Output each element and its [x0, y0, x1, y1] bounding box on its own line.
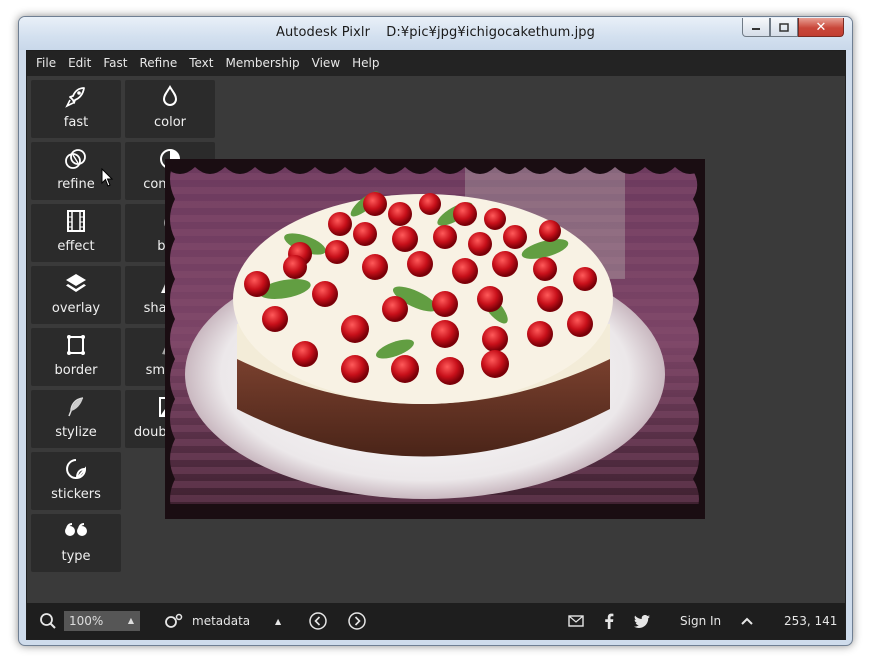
collapse-button[interactable] [740, 603, 754, 639]
title-bar[interactable]: Autodesk Pixlr D:¥pic¥jpg¥ichigocakethum… [19, 17, 852, 50]
menu-text[interactable]: Text [183, 51, 219, 76]
tool-label: type [61, 549, 91, 564]
file-path: D:¥pic¥jpg¥ichigocakethum.jpg [386, 25, 596, 40]
tool-label: stylize [55, 425, 97, 440]
frame-icon [31, 333, 121, 357]
sign-in-label: Sign In [680, 614, 722, 628]
film-icon [31, 209, 121, 233]
zoom-value: 100% [69, 614, 104, 628]
tool-label: color [153, 115, 186, 130]
chevron-up-icon [741, 617, 753, 625]
quote-icon [31, 519, 121, 543]
tool-label: effect [57, 239, 95, 254]
tool-label: stickers [51, 487, 101, 502]
tool-stickers[interactable]: stickers [31, 452, 121, 510]
zoom-select[interactable]: 100% ▲ [64, 611, 140, 631]
tool-overlay[interactable]: overlay [31, 266, 121, 324]
chevron-left-circle-icon [309, 612, 327, 630]
minimize-icon [752, 28, 760, 30]
chevron-up-icon: ▲ [127, 616, 134, 625]
menu-fast[interactable]: Fast [97, 51, 133, 76]
cake-photo [165, 159, 705, 519]
window-controls: ✕ [742, 18, 844, 38]
drop-outline-icon [125, 85, 215, 109]
next-button[interactable] [348, 603, 366, 639]
menu-bar: File Edit Fast Refine Text Membership Vi… [27, 51, 845, 76]
tool-refine[interactable]: refine [31, 142, 121, 200]
image-canvas[interactable] [165, 159, 705, 519]
chevron-right-circle-icon [348, 612, 366, 630]
facebook-button[interactable] [604, 603, 614, 639]
maximize-icon [779, 22, 789, 32]
close-icon: ✕ [815, 19, 827, 35]
menu-view[interactable]: View [306, 51, 346, 76]
menu-edit[interactable]: Edit [62, 51, 97, 76]
twitter-button[interactable] [634, 603, 650, 639]
app-window: Autodesk Pixlr D:¥pic¥jpg¥ichigocakethum… [18, 16, 853, 646]
tool-effect[interactable]: effect [31, 204, 121, 262]
menu-membership[interactable]: Membership [219, 51, 305, 76]
metadata-toggle[interactable]: ▲ [275, 603, 281, 639]
twitter-icon [634, 614, 650, 628]
prev-button[interactable] [309, 603, 327, 639]
tool-label: border [54, 363, 98, 378]
menu-help[interactable]: Help [346, 51, 385, 76]
tool-border[interactable]: border [31, 328, 121, 386]
tool-stylize[interactable]: stylize [31, 390, 121, 448]
cursor-coordinates: 253, 141 [784, 603, 837, 639]
metadata-icon [165, 613, 183, 628]
mouse-cursor-icon [101, 168, 114, 187]
metadata-button[interactable]: metadata [164, 603, 250, 639]
menu-file[interactable]: File [27, 51, 62, 76]
facebook-icon [605, 613, 614, 629]
tool-color[interactable]: color [125, 80, 215, 138]
mail-icon [568, 615, 584, 627]
tool-type[interactable]: type [31, 514, 121, 572]
metadata-label: metadata [192, 614, 251, 628]
menu-refine[interactable]: Refine [133, 51, 183, 76]
rocket-icon [31, 85, 121, 109]
email-button[interactable] [568, 603, 584, 639]
window-title: Autodesk Pixlr D:¥pic¥jpg¥ichigocakethum… [19, 25, 852, 40]
maximize-button[interactable] [770, 18, 798, 37]
coords-value: 253, 141 [784, 614, 838, 628]
magnifier-icon [40, 613, 56, 629]
feather-icon [31, 395, 121, 419]
tool-fast[interactable]: fast [31, 80, 121, 138]
sign-in-button[interactable]: Sign In [680, 603, 721, 639]
minimize-button[interactable] [742, 18, 770, 37]
zoom-button[interactable] [39, 603, 57, 639]
status-bar: 100% ▲ metadata ▲ Sign In 253, 141 [27, 603, 845, 639]
sticker-icon [31, 457, 121, 481]
tool-label: overlay [51, 301, 101, 316]
close-button[interactable]: ✕ [798, 18, 844, 37]
app-name: Autodesk Pixlr [275, 25, 371, 40]
triangle-up-icon: ▲ [275, 616, 282, 626]
pixlr-app: File Edit Fast Refine Text Membership Vi… [26, 50, 846, 640]
tool-label: fast [63, 115, 89, 130]
layers-icon [31, 271, 121, 295]
